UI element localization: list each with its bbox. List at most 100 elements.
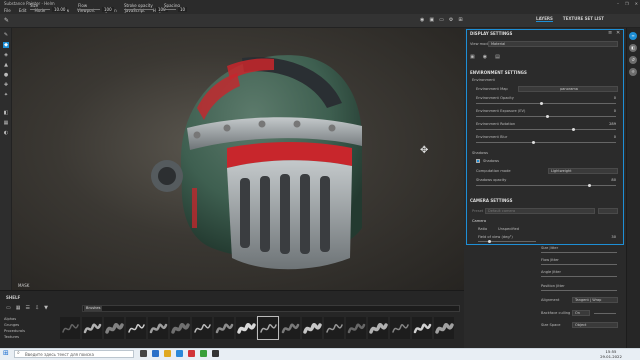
shadows-checkbox[interactable] — [476, 159, 480, 163]
smudge-tool-icon[interactable]: ● — [3, 72, 9, 78]
brush-thumbnail[interactable] — [214, 317, 234, 339]
shelf-category-grunges[interactable]: Grunges — [4, 323, 25, 327]
position-jitter-slider[interactable] — [541, 290, 617, 291]
layout-icon[interactable]: ⊞ — [458, 17, 462, 23]
brush-thumbnail[interactable] — [236, 317, 256, 339]
list-view-icon[interactable]: ☰ — [25, 305, 29, 311]
environment-opacity-value[interactable]: 0 — [598, 96, 616, 100]
panel-menu-icon[interactable]: ≡ — [608, 30, 612, 36]
stroke-opacity-slider[interactable] — [124, 9, 154, 10]
projection-tool-icon[interactable]: ◈ — [3, 52, 9, 58]
screenshot-icon[interactable]: ▣ — [429, 17, 434, 23]
size-jitter-slider[interactable] — [541, 252, 617, 253]
environment-opacity-slider[interactable] — [476, 103, 616, 104]
brush-thumbnail[interactable] — [60, 317, 80, 339]
shelf-filter-tag[interactable]: Brushes — [84, 306, 103, 311]
environment-exposure-handle[interactable] — [546, 115, 549, 118]
substance-painter-taskbar-icon[interactable] — [212, 350, 219, 357]
import-icon[interactable]: ⇩ — [35, 305, 39, 311]
flow-slider[interactable] — [78, 9, 100, 10]
brush-icon[interactable]: ✎ — [4, 17, 11, 24]
preset-select[interactable]: Default camera — [485, 208, 595, 214]
tab-texture-set-list[interactable]: TEXTURE SET LIST — [563, 16, 604, 22]
task-view-icon[interactable] — [140, 350, 147, 357]
spacing-value[interactable]: 10 — [178, 7, 188, 12]
size-value[interactable]: 10.00 — [52, 7, 68, 12]
environment-opacity-handle[interactable] — [540, 102, 543, 105]
explorer-icon[interactable] — [164, 350, 171, 357]
ratio-value[interactable]: Unspecified — [498, 227, 519, 231]
preset-action-button[interactable] — [598, 208, 618, 214]
shelf-search-input[interactable] — [82, 305, 460, 312]
shelf-category-procedurals[interactable]: Procedurals — [4, 329, 25, 333]
image-icon[interactable]: ▣ — [470, 54, 475, 60]
store-icon[interactable] — [176, 350, 183, 357]
app-icon-green[interactable] — [200, 350, 207, 357]
shelf-category-alphas[interactable]: Alphas — [4, 317, 25, 321]
start-button[interactable]: ⊞ — [3, 350, 10, 357]
backface-culling-select[interactable]: On — [572, 310, 590, 316]
shadows-opacity-handle[interactable] — [588, 184, 591, 187]
flow-value[interactable]: 100 — [102, 7, 114, 12]
viewport-3d[interactable]: ✥ — [12, 28, 464, 290]
taskbar-clock[interactable]: 15:55 29.01.2022 — [598, 349, 624, 359]
brush-thumbnail[interactable] — [412, 317, 432, 339]
environment-rotation-handle[interactable] — [572, 128, 575, 131]
brush-thumbnail[interactable] — [192, 317, 212, 339]
layers-panel-icon[interactable]: ≡ — [629, 32, 637, 40]
shadows-opacity-slider[interactable] — [476, 185, 616, 186]
camera-icon[interactable]: ◉ — [420, 17, 424, 23]
brush-thumbnail[interactable] — [302, 317, 322, 339]
environment-exposure-value[interactable]: 0 — [598, 109, 616, 113]
paint-tool-icon[interactable]: ✎ — [3, 32, 9, 38]
view-mode-select[interactable]: Material — [488, 41, 618, 47]
edge-icon[interactable] — [152, 350, 159, 357]
taskbar-search-input[interactable]: Введите здесь текст для поиска — [14, 350, 134, 358]
flow-jitter-slider[interactable] — [541, 264, 617, 265]
eraser-tool-icon[interactable]: ◆ — [3, 42, 9, 48]
size-space-select[interactable]: Object — [572, 322, 618, 328]
angle-jitter-slider[interactable] — [541, 276, 617, 277]
selection-tool-icon[interactable]: ▦ — [3, 120, 9, 126]
filter-icon[interactable]: ▼ — [44, 305, 48, 311]
folder-icon[interactable]: ▭ — [6, 305, 11, 311]
environment-map-field[interactable]: panorama — [518, 86, 618, 92]
filter-icon[interactable]: ▤ — [495, 54, 500, 60]
brush-thumbnail[interactable] — [257, 316, 279, 340]
brush-thumbnail[interactable] — [148, 317, 168, 339]
brush-thumbnail[interactable] — [390, 317, 410, 339]
camera-settings-icon[interactable]: ◉ — [483, 54, 487, 60]
tab-layers[interactable]: LAYERS — [536, 16, 553, 22]
environment-blur-handle[interactable] — [532, 141, 535, 144]
environment-rotation-value[interactable]: 289 — [598, 122, 616, 126]
brush-thumbnail[interactable] — [368, 317, 388, 339]
display-icon[interactable]: ▭ — [439, 17, 444, 23]
brush-thumbnail[interactable] — [324, 317, 344, 339]
field-of-view-handle[interactable] — [488, 240, 491, 243]
brush-thumbnail[interactable] — [434, 317, 454, 339]
environment-rotation-slider[interactable] — [476, 129, 616, 130]
grid-view-icon[interactable]: ▦ — [16, 305, 21, 311]
field-of-view-value[interactable]: 30 — [598, 235, 616, 239]
shelf-category-textures[interactable]: Textures — [4, 335, 25, 339]
menu-file[interactable]: File — [4, 7, 11, 14]
polygon-fill-icon[interactable]: ◧ — [3, 110, 9, 116]
app-icon-red[interactable] — [188, 350, 195, 357]
texture-set-icon[interactable]: ◧ — [629, 44, 637, 52]
history-icon[interactable]: ↺ — [629, 56, 637, 64]
menu-edit[interactable]: Edit — [19, 7, 27, 14]
alignment-select[interactable]: Tangent | Wrap — [572, 297, 618, 303]
close-button[interactable]: ✕ — [635, 0, 638, 7]
minimize-button[interactable]: – — [617, 0, 619, 7]
brush-thumbnail[interactable] — [82, 317, 102, 339]
display-settings-icon[interactable]: ☼ — [629, 68, 637, 76]
size-slider[interactable] — [30, 9, 50, 10]
brush-thumbnail[interactable] — [126, 317, 146, 339]
clone-tool-icon[interactable]: ✚ — [3, 82, 9, 88]
brush-thumbnail[interactable] — [346, 317, 366, 339]
spacing-slider[interactable] — [164, 9, 176, 10]
maximize-button[interactable]: ❐ — [625, 0, 629, 7]
environment-blur-slider[interactable] — [476, 142, 616, 143]
shadows-opacity-value[interactable]: 80 — [598, 178, 616, 182]
field-of-view-slider[interactable] — [478, 241, 536, 242]
